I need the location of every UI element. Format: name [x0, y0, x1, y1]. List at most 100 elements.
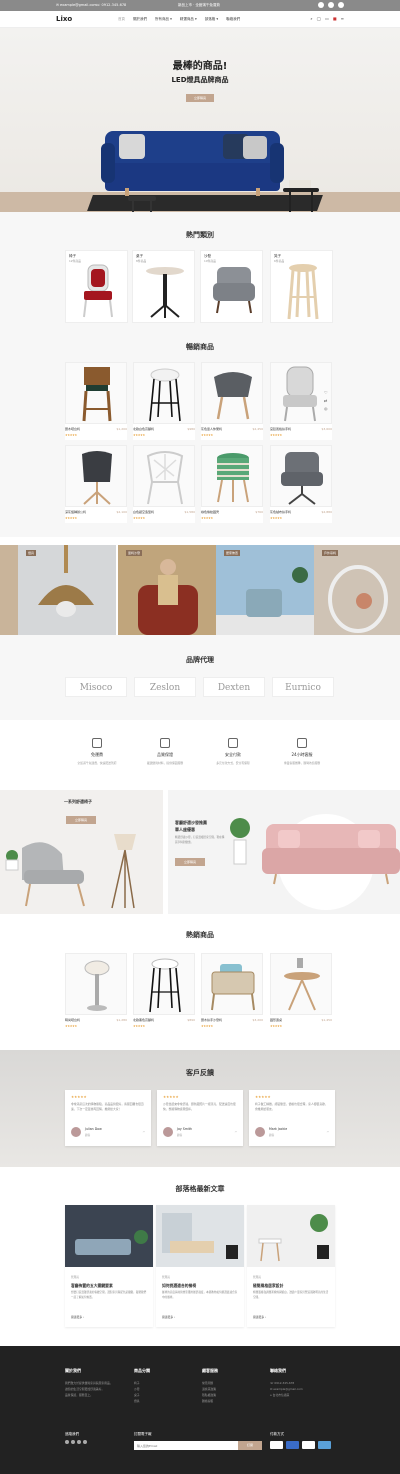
promo-sofa[interactable]: 客廳舒適沙發推薦 單人座優惠 精選舒適沙發，打造溫暖居家空間，現在購買享特別優惠… — [168, 790, 400, 914]
category-card-tables[interactable]: 桌子 8件商品 — [132, 250, 195, 323]
nav-item-blog[interactable]: 部落格 ▾ — [205, 17, 218, 22]
footer-address: ⌂ 台北市信義區 — [270, 1393, 290, 1397]
product-card[interactable]: 圓形邊桌 $1,450 ★★★★★ — [270, 953, 332, 1031]
product-name[interactable]: 北歐白色高腳椅 — [133, 427, 154, 431]
footer-link[interactable]: 燈具 — [134, 1398, 140, 1404]
banner-room[interactable]: 居家佈置 — [216, 545, 314, 635]
product-rating: ★★★★★ — [201, 1024, 213, 1028]
product-name[interactable]: 綠色條紋圓凳 — [201, 510, 219, 514]
product-card[interactable]: 綠色條紋圓凳 $760 ★★★★★ — [201, 445, 263, 523]
user-icon[interactable]: ◯ — [317, 16, 321, 21]
footer-heading: 關於我們 — [65, 1368, 81, 1373]
product-card[interactable]: 灰色絨布扶手椅 $2,880 ★★★★★ — [270, 445, 332, 523]
brands-title: 品牌代理 — [186, 656, 214, 664]
product-rating: ★★★★★ — [133, 1024, 145, 1028]
product-card[interactable]: 宮廷風格扶手椅 $3,600 ★★★★★ ♡ ⇄ ◎ — [270, 362, 332, 440]
product-card[interactable]: 白色鏤空造型椅 $1,580 ★★★★★ — [133, 445, 195, 523]
cart-icon[interactable]: ▭ — [325, 16, 329, 21]
wishlist-icon[interactable]: ♡ — [324, 390, 328, 395]
email-text[interactable]: ✉ example@gmail.com — [56, 3, 97, 7]
product-name[interactable]: 深灰旋轉辦公椅 — [65, 510, 86, 514]
instagram-icon[interactable] — [338, 2, 344, 8]
category-card-chairs[interactable]: 椅子 12件商品 — [65, 250, 128, 323]
product-name[interactable]: 灰色絨布扶手椅 — [270, 510, 291, 514]
brand-logo[interactable]: Dexten — [203, 677, 265, 697]
blog-card[interactable]: 管理員 極簡風格居家設計 極簡風格強調簡潔線條與留白，透過少量家具營造寬敞明亮的… — [247, 1205, 335, 1327]
promo-chairs[interactable]: 一系列舒適椅子 立即購買 — [0, 790, 163, 914]
read-more-link[interactable]: 閱讀更多 › — [71, 1315, 84, 1319]
product-card[interactable]: 實木吧台椅 $1,200 ★★★★★ — [65, 362, 127, 440]
site-footer: 關於我們 我們致力於提供優質家具與居家用品， 讓您的生活空間更加舒適美好， 品質… — [0, 1346, 400, 1474]
product-name[interactable]: 時尚吧台椅 — [65, 1018, 80, 1022]
hero-shop-button[interactable]: 立即購買 — [186, 94, 214, 102]
review-text: 沙發坐起來非常舒適，顏色跟照片一樣漂亮，配送速度也很快，整體購物感覺很棒。 — [163, 1102, 236, 1111]
nav-item-home[interactable]: 首頁 — [118, 17, 125, 22]
product-name[interactable]: 白色鏤空造型椅 — [133, 510, 154, 514]
product-card[interactable]: 灰色單人休閒椅 $2,450 ★★★★★ — [201, 362, 263, 440]
youtube-icon[interactable] — [83, 1440, 87, 1444]
feature-desc: 多元付款方式，安全有保障 — [216, 761, 250, 765]
blog-post-title[interactable]: 客廳佈置的五大關鍵要素 — [71, 1283, 113, 1289]
blog-card[interactable]: 管理員 客廳佈置的五大關鍵要素 想要打造溫馨舒適的客廳空間，選對家具與配色是關鍵… — [65, 1205, 153, 1327]
flag-icon[interactable]: ■ — [333, 16, 337, 21]
blog-meta: 管理員 — [253, 1276, 261, 1279]
nav-item-featured[interactable]: 精選商品 ▾ — [180, 17, 197, 22]
facebook-icon[interactable] — [318, 2, 324, 8]
category-card-sofas[interactable]: 沙發 10件商品 — [200, 250, 263, 323]
phone-text[interactable]: ☏ 0912-345-678 — [96, 3, 126, 7]
twitter-icon[interactable] — [71, 1440, 75, 1444]
nav-item-products[interactable]: 所有商品 ▾ — [155, 17, 172, 22]
armchair-lamp-image — [5, 834, 136, 909]
nav-item-about[interactable]: 關於我們 — [133, 17, 147, 22]
read-more-link[interactable]: 閱讀更多 › — [162, 1315, 175, 1319]
product-name[interactable]: 灰色單人休閒椅 — [201, 427, 222, 431]
brand-logo[interactable]: Eurnico — [272, 677, 334, 697]
hanging-chair-image — [328, 565, 388, 633]
instagram-icon[interactable] — [77, 1440, 81, 1444]
product-card[interactable]: 時尚吧台椅 $1,280 ★★★★★ — [65, 953, 127, 1031]
product-name[interactable]: 宮廷風格扶手椅 — [270, 427, 291, 431]
product-card[interactable]: 北歐白色高腳椅 $980 ★★★★★ — [133, 362, 195, 440]
site-logo[interactable]: Lixo — [56, 15, 72, 23]
product-name[interactable]: 圓形邊桌 — [270, 1018, 282, 1022]
product-card[interactable]: 實木扶手沙發椅 $3,200 ★★★★★ — [201, 953, 263, 1031]
product-card[interactable]: 北歐黑色高腳椅 $890 ★★★★★ — [133, 953, 195, 1031]
category-card-stools[interactable]: 凳子 6件商品 — [270, 250, 333, 323]
promo-button[interactable]: 立即購買 — [66, 816, 96, 824]
blog-post-title[interactable]: 如何挑選適合的餐椅 — [162, 1283, 196, 1289]
product-rating: ★★★★★ — [270, 433, 282, 437]
product-price: $3,600 — [321, 427, 333, 431]
nav-item-contact[interactable]: 聯絡我們 — [226, 17, 240, 22]
quote-icon: ” — [142, 1131, 145, 1137]
banner-lamp[interactable]: 燈具 — [18, 545, 116, 635]
footer-heading: 聯絡我們 — [270, 1368, 286, 1373]
round-table-image — [284, 958, 320, 1011]
search-icon[interactable]: ⌕ — [310, 16, 312, 21]
review-rating: ★★★★★ — [163, 1095, 179, 1099]
footer-link[interactable]: 聯絡客服 — [202, 1398, 216, 1404]
product-name[interactable]: 實木扶手沙發椅 — [201, 1018, 222, 1022]
subscribe-button[interactable]: 訂閱 — [238, 1441, 262, 1450]
compare-icon[interactable]: ⇄ — [324, 398, 327, 403]
blog-image[interactable] — [156, 1205, 244, 1267]
blog-card[interactable]: 管理員 如何挑選適合的餐椅 餐椅的高度與材質會影響用餐舒適度，本篇教你如何挑選最… — [156, 1205, 244, 1327]
promo-button[interactable]: 立即購買 — [175, 858, 205, 866]
product-name[interactable]: 實木吧台椅 — [65, 427, 80, 431]
blog-post-title[interactable]: 極簡風格居家設計 — [253, 1283, 283, 1289]
brand-logo[interactable]: Zeslon — [134, 677, 196, 697]
subscribe-email-input[interactable] — [134, 1441, 238, 1450]
quickview-icon[interactable]: ◎ — [324, 406, 328, 411]
banner-tag: 戶外吊椅 — [322, 550, 339, 556]
twitter-icon[interactable] — [328, 2, 334, 8]
read-more-link[interactable]: 閱讀更多 › — [253, 1315, 266, 1319]
office-chair-image — [82, 451, 112, 505]
blog-image[interactable] — [65, 1205, 153, 1267]
brand-logo[interactable]: Misoco — [65, 677, 127, 697]
banner-outdoor[interactable]: 戶外吊椅 — [314, 545, 400, 635]
blog-image[interactable] — [247, 1205, 335, 1267]
product-name[interactable]: 北歐黑色高腳椅 — [133, 1018, 154, 1022]
banner-armchair[interactable]: 單椅沙發 — [118, 545, 216, 635]
facebook-icon[interactable] — [65, 1440, 69, 1444]
product-card[interactable]: 深灰旋轉辦公椅 $2,100 ★★★★★ — [65, 445, 127, 523]
menu-icon[interactable]: ≡ — [341, 16, 344, 21]
